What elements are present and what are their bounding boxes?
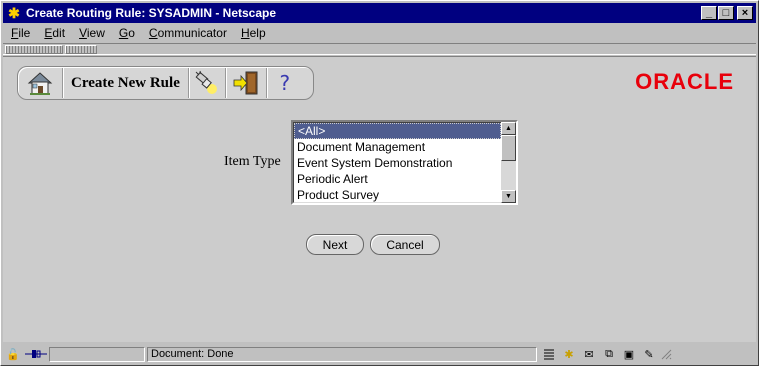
search-button[interactable]: [189, 68, 226, 98]
cancel-button[interactable]: Cancel: [370, 234, 440, 255]
oracle-logo: ORACLE: [635, 69, 734, 94]
resize-grip-icon[interactable]: [659, 347, 673, 361]
item-type-listbox[interactable]: <All> Document Management Event System D…: [291, 120, 518, 205]
listbox-option[interactable]: Periodic Alert: [294, 171, 501, 187]
menu-edit[interactable]: Edit: [36, 26, 71, 40]
collapsed-toolbars: [3, 43, 756, 55]
item-type-label: Item Type: [224, 154, 281, 169]
listbox-option[interactable]: Document Management: [294, 139, 501, 155]
maximize-button[interactable]: □: [718, 6, 734, 20]
window-title: Create Routing Rule: SYSADMIN - Netscape: [26, 6, 277, 20]
scroll-down-icon[interactable]: ▼: [501, 190, 516, 203]
composer-icon[interactable]: ✎: [639, 347, 659, 361]
app-toolbar: Create New Rule ?: [17, 66, 314, 100]
listbox-option[interactable]: Event System Demonstration: [294, 155, 501, 171]
menu-file[interactable]: File: [3, 26, 36, 40]
listbox-option[interactable]: Product Survey: [294, 187, 501, 202]
page-content: Create New Rule ? ORACLE Item Type <All>…: [3, 56, 756, 342]
help-icon: ?: [279, 71, 291, 95]
status-bar: 🔓 Document: Done ✱ ✉ ⧉ ▣ ✎: [3, 345, 756, 363]
toolbar-grip-navigation[interactable]: [5, 45, 63, 54]
home-icon: [27, 72, 53, 95]
mail-icon[interactable]: ✉: [579, 347, 599, 361]
minimize-button[interactable]: _: [701, 6, 717, 20]
menu-go[interactable]: Go: [111, 26, 141, 40]
menu-bar: File Edit View Go Communicator Help: [3, 24, 272, 42]
status-text: Document: Done: [147, 346, 537, 362]
create-new-rule-label: Create New Rule: [71, 74, 180, 91]
security-lock-icon[interactable]: 🔓: [3, 347, 23, 361]
progress-box: [49, 346, 145, 362]
title-bar: ✱ Create Routing Rule: SYSADMIN - Netsca…: [3, 3, 756, 23]
create-new-rule-button[interactable]: Create New Rule: [63, 68, 189, 98]
browser-window: ✱ Create Routing Rule: SYSADMIN - Netsca…: [0, 0, 759, 366]
listbox-options: <All> Document Management Event System D…: [293, 122, 501, 203]
logout-button[interactable]: [226, 68, 267, 98]
close-button[interactable]: ×: [737, 6, 753, 20]
toolbar-grip-location[interactable]: [65, 45, 97, 54]
navigator-icon[interactable]: ✱: [559, 347, 579, 361]
listbox-option-all[interactable]: <All>: [294, 123, 501, 139]
listbox-scrollbar[interactable]: ▲ ▼: [501, 122, 516, 203]
exit-door-icon: [233, 71, 258, 95]
menu-help[interactable]: Help: [233, 26, 272, 40]
scroll-up-icon[interactable]: ▲: [501, 122, 516, 135]
address-book-icon[interactable]: ▣: [619, 347, 639, 361]
connection-icon: [23, 347, 49, 361]
scroll-thumb[interactable]: [501, 135, 516, 161]
home-button[interactable]: [18, 68, 63, 98]
menu-view[interactable]: View: [71, 26, 111, 40]
menu-communicator[interactable]: Communicator: [141, 26, 233, 40]
flashlight-icon: [195, 70, 217, 94]
netscape-icon: ✱: [8, 5, 20, 21]
discussion-icon[interactable]: ⧉: [599, 347, 619, 361]
next-button[interactable]: Next: [306, 234, 364, 255]
component-bar-icon[interactable]: [539, 347, 559, 361]
help-button[interactable]: ?: [267, 68, 303, 98]
